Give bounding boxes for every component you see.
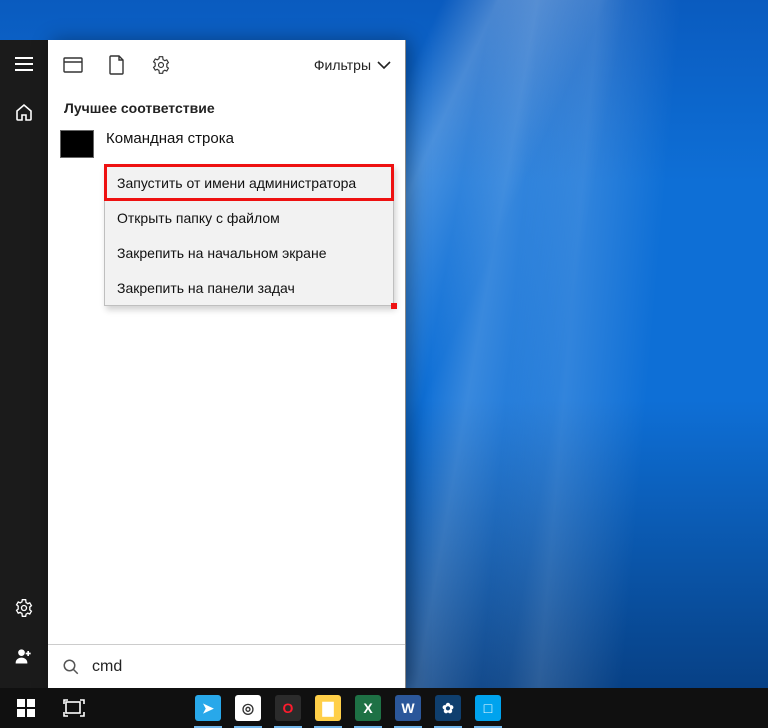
taskbar-app-opera[interactable]: O [268,688,308,728]
search-icon [62,658,80,676]
taskbar-app-chrome[interactable]: ◎ [228,688,268,728]
taskbar: ➤◎O▇XW✿□ [0,688,768,728]
search-box[interactable] [48,644,405,688]
apps-scope-icon[interactable] [62,54,84,76]
search-panel-header: Фильтры [48,40,405,90]
taskbar-app-paintnet[interactable]: ✿ [428,688,468,728]
section-best-match: Лучшее соответствие [48,90,405,128]
settings-icon[interactable] [0,584,48,632]
task-view-button[interactable] [50,688,98,728]
home-icon[interactable] [0,88,48,136]
search-input[interactable] [92,658,391,676]
hamburger-icon[interactable] [0,40,48,88]
settings-scope-icon[interactable] [150,54,172,76]
start-menu-rail [0,40,48,688]
taskbar-app-word[interactable]: W [388,688,428,728]
taskbar-app-excel[interactable]: X [348,688,388,728]
cm-open-file-location[interactable]: Открыть папку с файлом [105,200,393,235]
cm-run-as-admin[interactable]: Запустить от имени администратора [105,165,393,200]
filters-label: Фильтры [314,57,371,73]
documents-scope-icon[interactable] [106,54,128,76]
search-result[interactable]: Командная строка [48,128,405,158]
chevron-down-icon [377,60,391,70]
cm-pin-to-taskbar[interactable]: Закрепить на панели задач [105,270,393,305]
user-icon[interactable] [0,632,48,680]
filters-dropdown[interactable]: Фильтры [314,57,391,73]
taskbar-app-file-explorer[interactable]: ▇ [308,688,348,728]
taskbar-app-telegram[interactable]: ➤ [188,688,228,728]
cmd-icon [60,130,94,158]
start-button[interactable] [2,688,50,728]
cm-pin-to-start[interactable]: Закрепить на начальном экране [105,235,393,270]
search-panel: Фильтры Лучшее соответствие Командная ст… [48,40,406,688]
search-result-title: Командная строка [106,128,234,147]
taskbar-app-another[interactable]: □ [468,688,508,728]
context-menu: Запустить от имени администратора Открыт… [104,164,394,306]
